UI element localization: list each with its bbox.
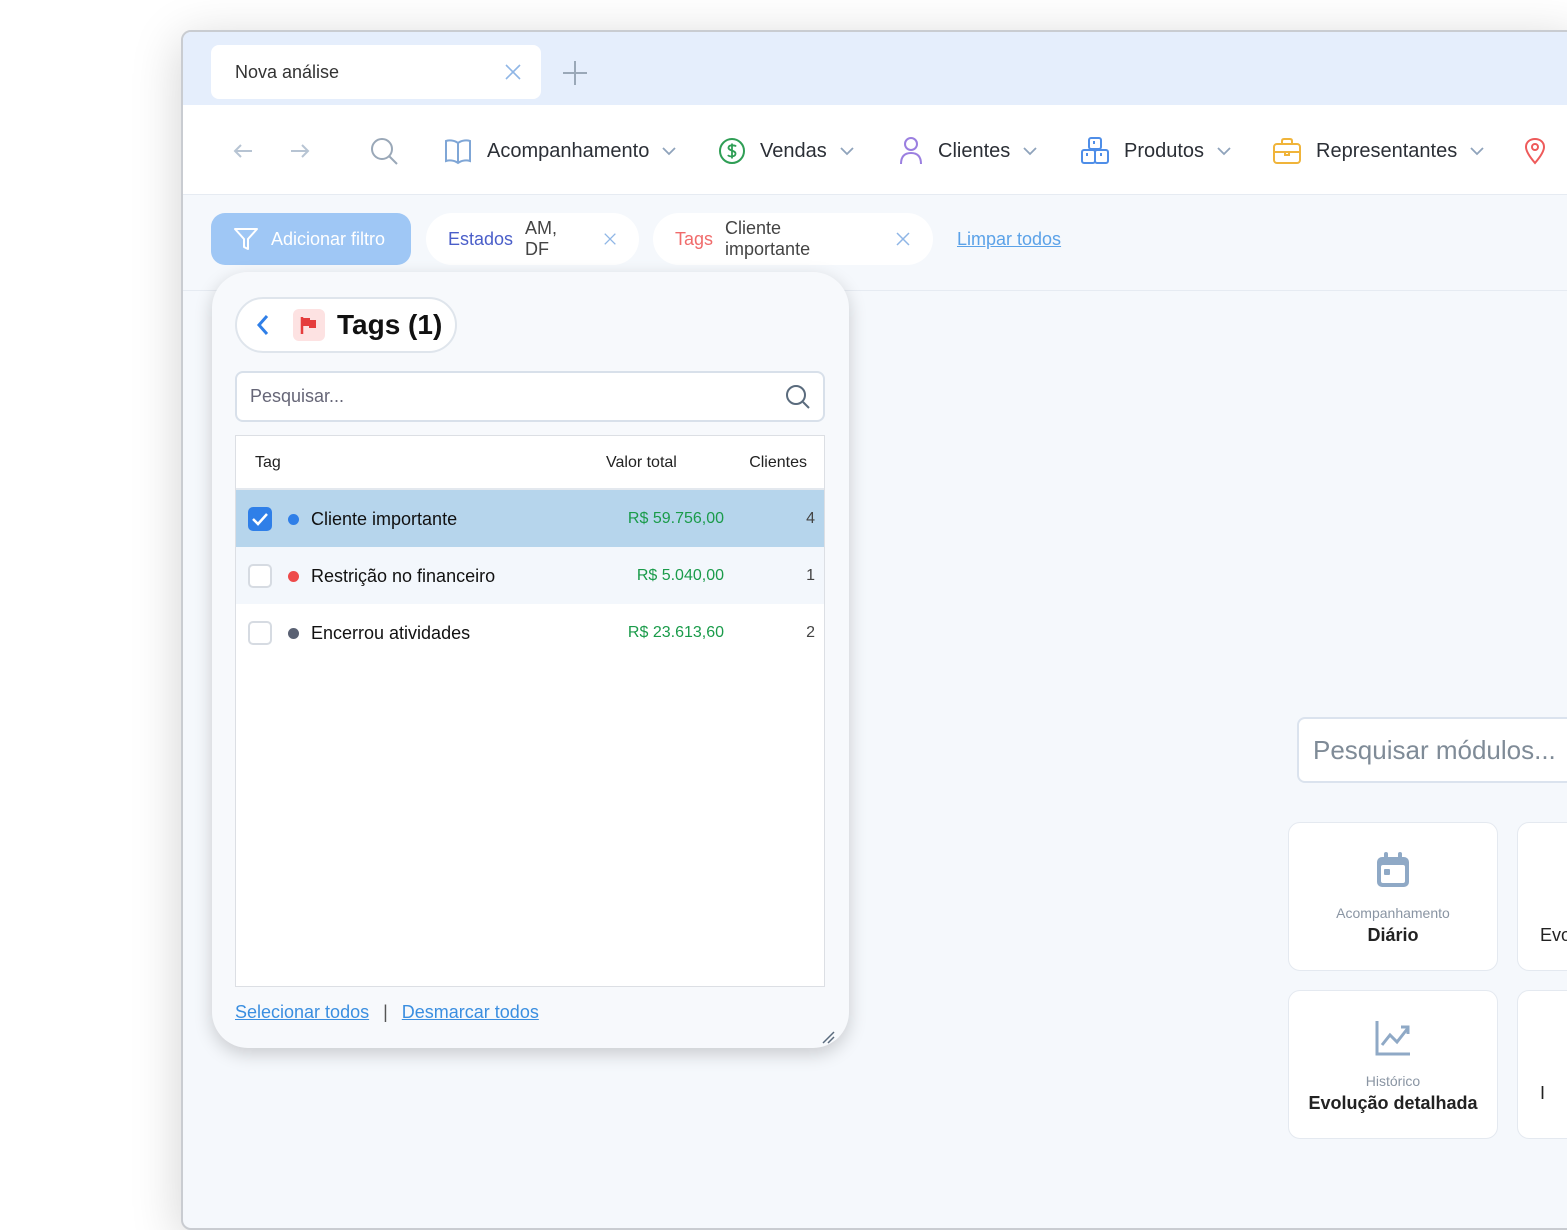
filter-chip-value: AM, DF — [525, 218, 558, 259]
table-row[interactable]: Cliente importante R$ 59.756,00 4 — [236, 490, 824, 547]
panel-footer-links: Selecionar todos | Desmarcar todos — [235, 1002, 539, 1023]
tag-value: R$ 23.613,60 — [627, 624, 724, 641]
user-icon — [900, 137, 922, 165]
back-button[interactable]: Tags (1) — [235, 297, 457, 353]
tag-name: Encerrou atividades — [311, 623, 471, 643]
tab-label: Nova análise — [235, 61, 340, 82]
module-card-partial[interactable]: I — [1517, 990, 1567, 1139]
search-icon[interactable] — [369, 136, 399, 166]
table-row[interactable]: Restrição no financeiro R$ 5.040,00 1 — [236, 547, 824, 604]
menu-vendas[interactable]: Vendas — [718, 131, 855, 171]
chart-line-icon — [1375, 1021, 1410, 1056]
separator: | — [383, 1002, 388, 1022]
column-header-valor-total[interactable]: Valor total — [606, 454, 677, 472]
check-icon — [252, 513, 268, 526]
menu-label: Representantes — [1316, 139, 1458, 162]
search-icon[interactable] — [785, 384, 811, 410]
filter-chip-key: Tags — [675, 228, 714, 249]
chevron-down-icon — [1023, 147, 1037, 156]
checkbox[interactable] — [248, 564, 272, 588]
tag-color-dot — [288, 571, 299, 582]
dollar-circle-icon — [719, 138, 745, 164]
deselect-all-link[interactable]: Desmarcar todos — [402, 1002, 539, 1022]
chevron-down-icon — [840, 147, 854, 156]
close-icon[interactable] — [503, 62, 523, 82]
main-toolbar: Acompanhamento Vendas Clientes Produtos … — [183, 105, 1567, 195]
menu-label: Acompanhamento — [487, 139, 650, 162]
add-filter-button[interactable]: Adicionar filtro — [211, 213, 411, 265]
column-header-clientes[interactable]: Clientes — [749, 454, 807, 472]
tag-color-dot — [288, 514, 299, 525]
panel-title: Tags (1) — [337, 309, 443, 340]
arrow-left-icon[interactable] — [231, 139, 255, 163]
table-row[interactable]: Encerrou atividades R$ 23.613,60 2 — [236, 604, 824, 661]
module-name: Evolução detalhada — [1308, 1093, 1478, 1113]
chevron-left-icon — [256, 315, 269, 335]
tag-value: R$ 59.756,00 — [627, 510, 724, 527]
filter-chip-key: Estados — [448, 228, 514, 249]
flag-icon — [293, 309, 325, 341]
module-card-evolucao-detalhada[interactable]: Histórico Evolução detalhada — [1288, 990, 1498, 1139]
tag-clients: 2 — [806, 624, 815, 641]
filter-icon — [234, 228, 258, 250]
menu-acompanhamento[interactable]: Acompanhamento — [443, 131, 677, 171]
menu-clientes[interactable]: Clientes — [898, 131, 1038, 171]
tag-name: Restrição no financeiro — [311, 566, 496, 586]
module-name: I — [1540, 1083, 1546, 1103]
module-card-partial[interactable]: Evo — [1517, 822, 1567, 971]
module-search-field[interactable] — [1297, 717, 1567, 783]
filter-chip-tags[interactable]: Tags Cliente importante — [653, 213, 933, 265]
add-filter-label: Adicionar filtro — [271, 228, 386, 249]
arrow-right-icon[interactable] — [288, 139, 312, 163]
tag-clients: 4 — [806, 510, 815, 527]
chevron-down-icon — [1217, 147, 1231, 156]
filter-chip-estados[interactable]: Estados AM, DF — [426, 213, 639, 265]
tab-bar: Nova análise — [183, 32, 1567, 105]
tag-name: Cliente importante — [311, 509, 458, 529]
module-search-input[interactable] — [1299, 719, 1567, 781]
column-header-tag[interactable]: Tag — [255, 454, 281, 472]
menu-produtos[interactable]: Produtos — [1080, 131, 1232, 171]
checkbox[interactable] — [248, 621, 272, 645]
module-card-diario[interactable]: Acompanhamento Diário — [1288, 822, 1498, 971]
plus-icon[interactable] — [561, 59, 589, 87]
close-icon[interactable] — [603, 231, 617, 247]
checkbox[interactable] — [248, 507, 272, 531]
close-icon[interactable] — [895, 231, 911, 247]
tags-filter-panel: Tags (1) Tag Valor total Clientes Client… — [212, 272, 849, 1048]
table-header: Tag Valor total Clientes — [236, 436, 824, 490]
tag-color-dot — [288, 628, 299, 639]
chevron-down-icon — [1470, 147, 1484, 156]
briefcase-icon — [1273, 138, 1301, 164]
resize-handle-icon[interactable] — [821, 1030, 835, 1044]
tag-search-field[interactable] — [235, 371, 825, 422]
select-all-link[interactable]: Selecionar todos — [235, 1002, 369, 1022]
module-category: Acompanhamento — [1336, 905, 1450, 921]
app-window: Nova análise Acompanhamento Vendas Clien… — [181, 30, 1567, 1230]
clear-all-filters-link[interactable]: Limpar todos — [957, 229, 1061, 250]
module-name: Evo — [1540, 925, 1567, 945]
chevron-down-icon — [662, 147, 676, 156]
module-name: Diário — [1367, 925, 1419, 945]
boxes-icon — [1081, 137, 1109, 164]
book-icon — [445, 139, 471, 165]
filter-chip-value: Cliente importante — [725, 218, 811, 259]
module-category: Histórico — [1365, 1073, 1421, 1089]
tag-clients: 1 — [806, 567, 815, 584]
calendar-icon — [1377, 852, 1409, 887]
menu-label: Clientes — [938, 139, 1011, 162]
map-pin-icon[interactable] — [1524, 137, 1546, 165]
tag-search-input[interactable] — [237, 373, 757, 420]
tab-nova-analise[interactable]: Nova análise — [211, 45, 541, 99]
tags-table: Tag Valor total Clientes Cliente importa… — [235, 435, 825, 987]
menu-representantes[interactable]: Representantes — [1272, 131, 1485, 171]
menu-label: Vendas — [760, 139, 827, 162]
menu-label: Produtos — [1124, 139, 1205, 162]
tag-value: R$ 5.040,00 — [636, 567, 724, 584]
